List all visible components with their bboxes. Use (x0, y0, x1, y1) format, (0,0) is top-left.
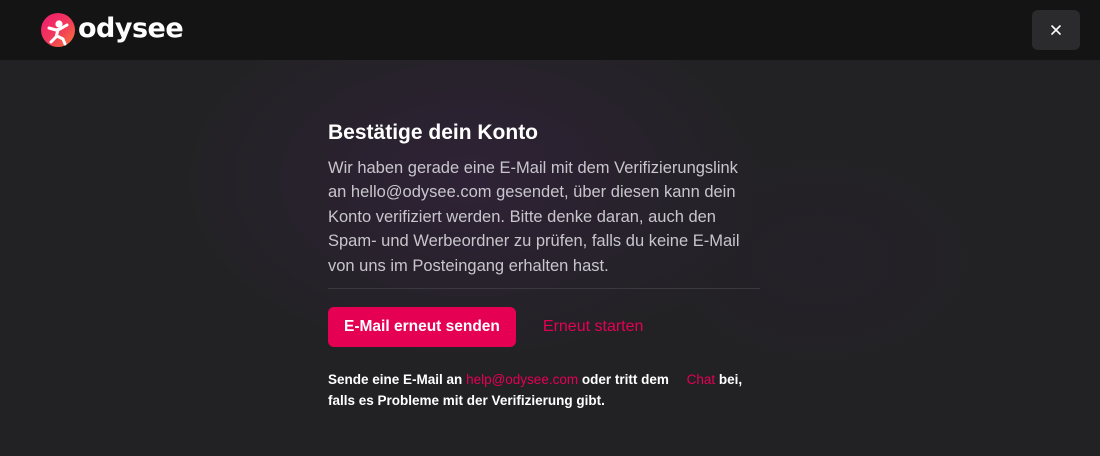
restart-link[interactable]: Erneut starten (543, 318, 644, 336)
logo-text: odysee (78, 12, 184, 44)
help-middle: oder tritt dem (581, 372, 669, 388)
chat-link[interactable]: Chat (687, 372, 716, 387)
odysee-logo-icon (41, 13, 75, 47)
card-description: Wir haben gerade eine E-Mail mit dem Ver… (328, 159, 740, 275)
page: odysee Bestätige dein Konto Wir haben ge… (0, 0, 1100, 456)
card-actions: E-Mail erneut senden Erneut starten (328, 307, 760, 348)
close-button[interactable] (1032, 10, 1080, 50)
help-prefix: Sende eine E-Mail an (328, 372, 463, 388)
verify-account-card: Bestätige dein Konto Wir haben gerade ei… (328, 118, 760, 411)
card-title: Bestätige dein Konto (328, 121, 539, 144)
odysee-logo[interactable]: odysee (40, 12, 184, 48)
top-bar: odysee (0, 0, 1100, 60)
help-text: Sende eine E-Mail an help@odysee.com ode… (328, 369, 760, 411)
resend-email-button[interactable]: E-Mail erneut senden (328, 307, 516, 348)
divider (328, 288, 760, 290)
help-email-link[interactable]: help@odysee.com (466, 372, 578, 387)
close-icon (1051, 25, 1061, 35)
